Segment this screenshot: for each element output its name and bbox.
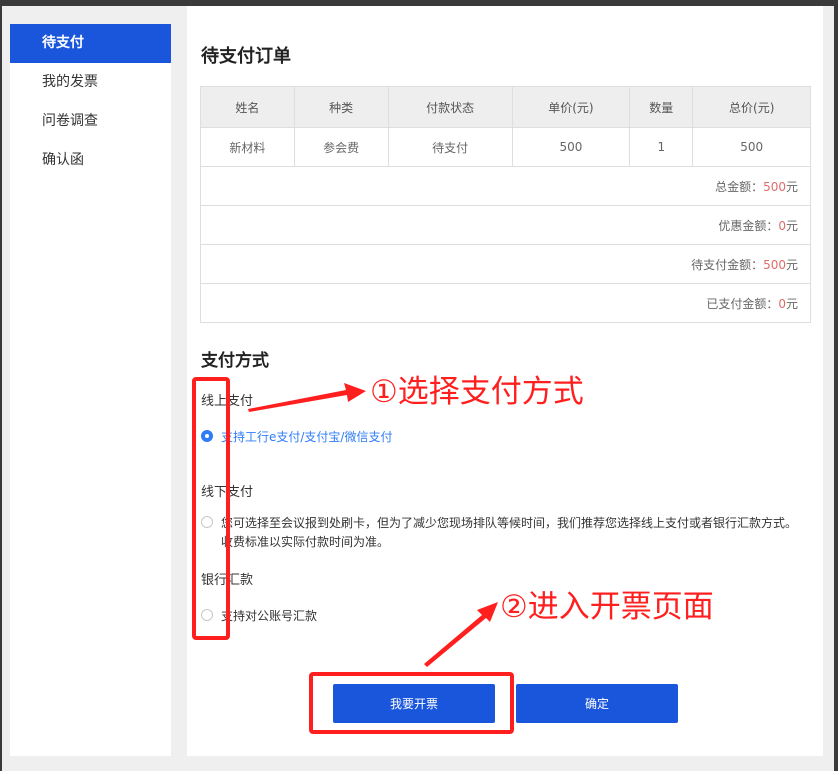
column-header: 总价(元) [692, 86, 811, 128]
bank-transfer-option-label: 支持对公账号汇款 [221, 609, 318, 623]
table-header-row: 姓名 种类 付款状态 单价(元) 数量 总价(元) [200, 86, 811, 128]
summary-cell: 总金额：500元 [200, 166, 811, 206]
column-header: 单价(元) [511, 86, 631, 128]
payment-method-title: 支付方式 [201, 351, 269, 371]
table-cell: 500 [511, 127, 631, 167]
offline-payment-option[interactable]: 您可选择至会议报到处刷卡，但为了减少您现场排队等候时间，我们推荐您选择线上支付或… [201, 514, 801, 552]
summary-row-paid: 已支付金额：0元 [200, 283, 811, 323]
summary-unit: 元 [785, 218, 798, 233]
summary-cell: 待支付金额：500元 [200, 244, 811, 284]
summary-value: 0 [778, 218, 786, 233]
annotation-highlight-radios [192, 377, 230, 640]
table-cell: 新材料 [200, 127, 295, 167]
summary-unit: 元 [785, 179, 798, 194]
table-cell: 500 [692, 127, 811, 167]
summary-row-pending: 待支付金额：500元 [200, 244, 811, 284]
online-payment-option-label: 支持工行e支付/支付宝/微信支付 [221, 430, 393, 444]
annotation-step-2-text: ②进入开票页面 [500, 589, 714, 625]
sidebar-item-survey[interactable]: 问卷调查 [10, 102, 171, 141]
summary-cell: 已支付金额：0元 [200, 283, 811, 323]
sidebar-item-confirmation[interactable]: 确认函 [10, 141, 171, 180]
sidebar-item-pending-payment[interactable]: 待支付 [10, 24, 171, 63]
column-header: 姓名 [200, 86, 295, 128]
summary-unit: 元 [785, 296, 798, 311]
summary-row-discount: 优惠金额：0元 [200, 205, 811, 245]
summary-unit: 元 [785, 257, 798, 272]
page-title: 待支付订单 [201, 46, 291, 67]
sidebar-item-my-invoices[interactable]: 我的发票 [10, 63, 171, 102]
summary-value: 500 [763, 179, 786, 194]
summary-label: 待支付金额： [691, 257, 764, 272]
column-header: 种类 [293, 86, 389, 128]
window-frame-right [834, 0, 838, 771]
window-frame-left [0, 0, 2, 771]
summary-label: 总金额： [715, 179, 764, 194]
summary-row-total: 总金额：500元 [200, 166, 811, 206]
summary-cell: 优惠金额：0元 [200, 205, 811, 245]
offline-payment-option-label: 您可选择至会议报到处刷卡，但为了减少您现场排队等候时间，我们推荐您选择线上支付或… [221, 516, 798, 549]
table-cell: 1 [629, 127, 694, 167]
summary-label: 已支付金额： [706, 296, 779, 311]
table-cell: 待支付 [387, 127, 513, 167]
summary-value: 500 [763, 257, 786, 272]
table-row: 新材料 参会费 待支付 500 1 500 [200, 127, 811, 167]
confirm-button[interactable]: 确定 [516, 684, 678, 723]
summary-label: 优惠金额： [718, 218, 779, 233]
summary-value: 0 [778, 296, 786, 311]
column-header: 数量 [629, 86, 694, 128]
column-header: 付款状态 [387, 86, 513, 128]
table-cell: 参会费 [293, 127, 389, 167]
order-table: 姓名 种类 付款状态 单价(元) 数量 总价(元) 新材料 参会费 待支付 50… [200, 86, 811, 323]
annotation-highlight-invoice-button [309, 672, 514, 734]
sidebar: 待支付 我的发票 问卷调查 确认函 [10, 24, 171, 756]
annotation-step-1-text: ①选择支付方式 [370, 374, 584, 410]
